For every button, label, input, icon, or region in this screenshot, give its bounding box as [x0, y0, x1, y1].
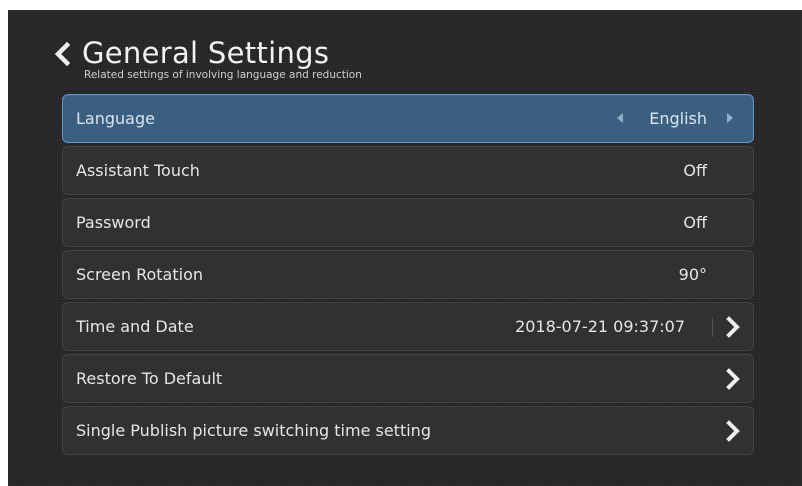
setting-label: Screen Rotation [76, 265, 204, 284]
setting-picture-switching-time[interactable]: Single Publish picture switching time se… [62, 406, 754, 455]
setting-assistant-touch[interactable]: Assistant Touch Off [62, 146, 754, 195]
settings-screen: General Settings Related settings of inv… [8, 10, 802, 486]
back-button[interactable] [50, 40, 74, 68]
settings-list: Language English Assistant Touch Off Pas… [62, 94, 754, 458]
setting-value: Off [683, 161, 707, 180]
setting-value: 90° [678, 265, 707, 284]
setting-label: Language [76, 109, 155, 128]
setting-value: 2018-07-21 09:37:07 [515, 317, 685, 336]
chevron-right-icon [721, 367, 745, 391]
chevron-right-icon [721, 419, 745, 443]
setting-value: Off [683, 213, 707, 232]
page-subtitle: Related settings of involving language a… [84, 69, 362, 81]
setting-value: English [649, 109, 707, 128]
setting-label: Time and Date [76, 317, 194, 336]
setting-label: Assistant Touch [76, 161, 200, 180]
arrow-left-icon[interactable] [617, 113, 623, 123]
arrow-right-icon[interactable] [727, 113, 733, 123]
separator [712, 317, 713, 337]
setting-label: Restore To Default [76, 369, 223, 388]
setting-restore-to-default[interactable]: Restore To Default [62, 354, 754, 403]
setting-password[interactable]: Password Off [62, 198, 754, 247]
setting-screen-rotation[interactable]: Screen Rotation 90° [62, 250, 754, 299]
chevron-right-icon [721, 315, 745, 339]
setting-language[interactable]: Language English [62, 94, 754, 143]
setting-time-and-date[interactable]: Time and Date 2018-07-21 09:37:07 [62, 302, 754, 351]
setting-label: Single Publish picture switching time se… [76, 421, 431, 440]
chevron-left-icon [54, 42, 71, 66]
page-title: General Settings [82, 36, 330, 70]
setting-label: Password [76, 213, 151, 232]
